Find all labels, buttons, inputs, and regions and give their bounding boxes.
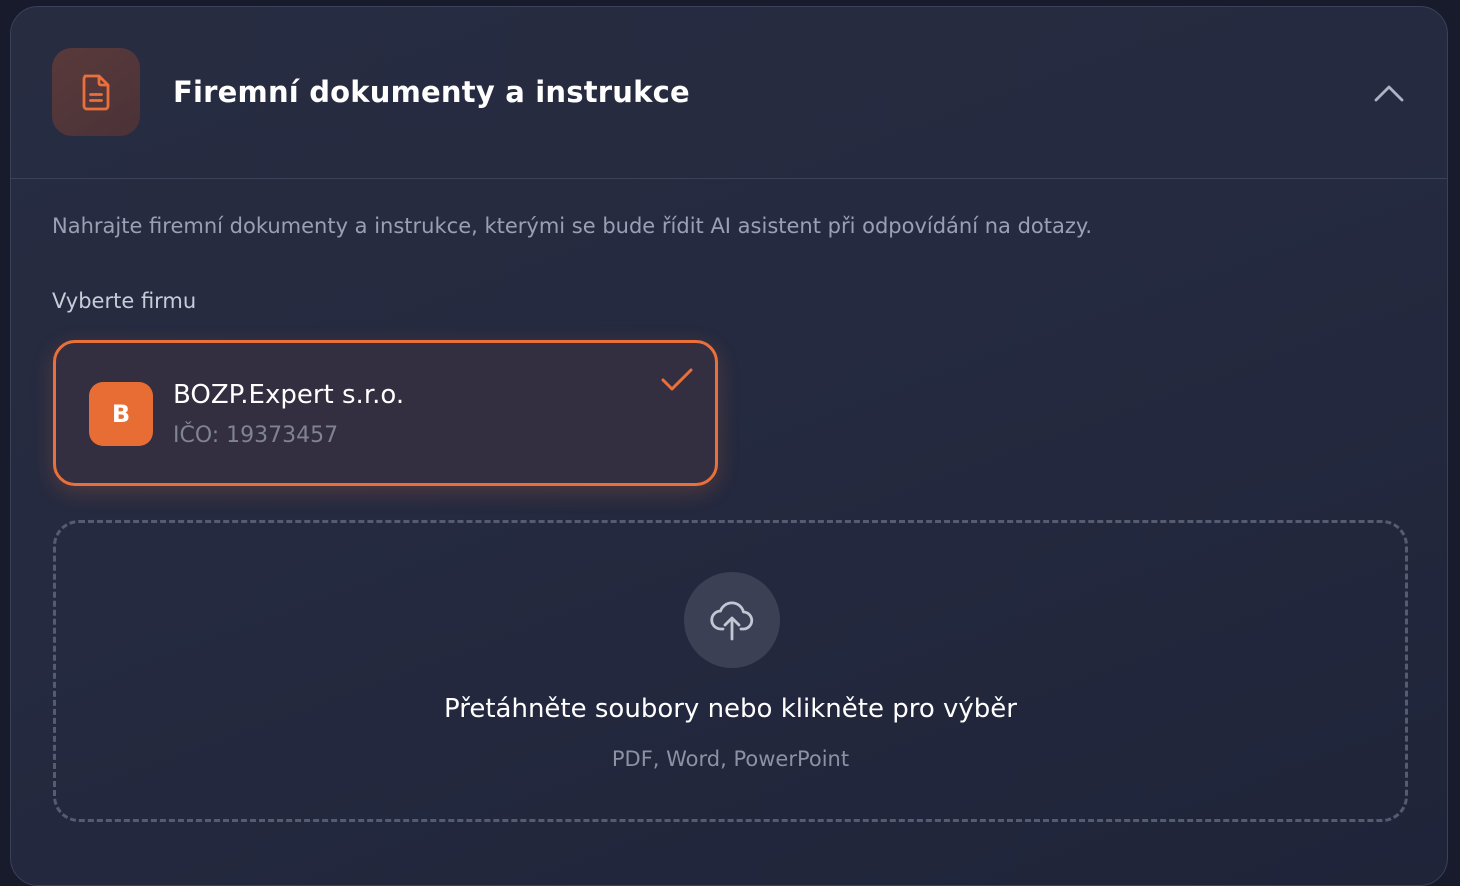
dropzone-title: Přetáhněte soubory nebo klikněte pro výb… [444, 694, 1017, 724]
cloud-upload-icon [710, 601, 754, 641]
document-icon [82, 74, 110, 111]
file-dropzone[interactable]: Přetáhněte soubory nebo klikněte pro výb… [53, 520, 1408, 822]
panel-description: Nahrajte firemní dokumenty a instrukce, … [52, 214, 1093, 238]
company-select-label: Vyberte firmu [52, 289, 197, 313]
company-name: BOZP.Expert s.r.o. [173, 380, 405, 410]
documents-panel: Firemní dokumenty a instrukce Nahrajte f… [10, 6, 1448, 886]
collapse-button[interactable] [1367, 75, 1411, 111]
chevron-up-icon [1374, 85, 1404, 102]
header-icon-box [52, 48, 140, 136]
company-ico: IČO: 19373457 [173, 423, 339, 448]
upload-icon-circle [684, 572, 780, 668]
checkmark-icon [661, 368, 693, 391]
company-card-bozp-expert[interactable]: B BOZP.Expert s.r.o. IČO: 19373457 [53, 340, 718, 486]
panel-title: Firemní dokumenty a instrukce [173, 75, 690, 109]
dropzone-file-types: PDF, Word, PowerPoint [611, 747, 850, 771]
panel-header[interactable]: Firemní dokumenty a instrukce [11, 7, 1447, 179]
company-avatar: B [89, 382, 153, 446]
